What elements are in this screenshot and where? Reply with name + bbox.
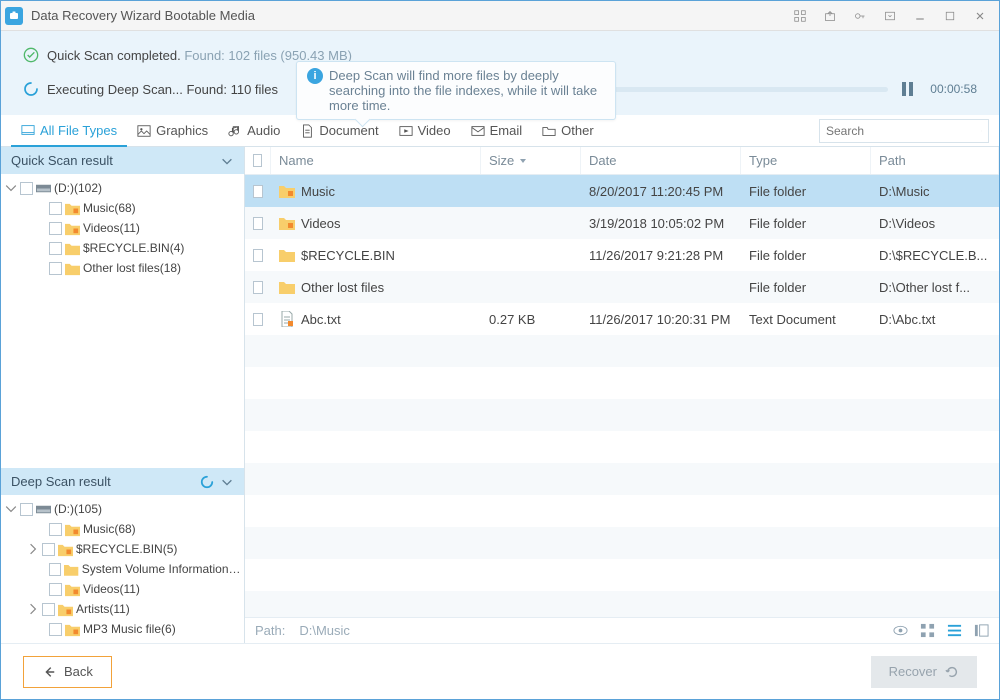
info-icon: i — [307, 68, 323, 84]
tree-music[interactable]: Music(68) — [3, 198, 242, 218]
tool-dropdown-icon[interactable] — [875, 2, 905, 30]
close-button[interactable] — [965, 2, 995, 30]
col-type[interactable]: Type — [741, 147, 871, 174]
elapsed-time: 00:00:58 — [930, 82, 977, 96]
deepscan-tree: (D:)(105) Music(68) $RECYCLE.BIN(5) Syst… — [1, 495, 244, 643]
tool-grid-icon[interactable] — [785, 2, 815, 30]
col-name[interactable]: Name — [271, 147, 481, 174]
tree-drive-d-deep[interactable]: (D:)(105) — [3, 499, 242, 519]
footer: Back Recover — [1, 643, 999, 699]
quickscan-tree: (D:)(102) Music(68) Videos(11) $RECYCLE.… — [1, 174, 244, 282]
file-row[interactable]: Videos3/19/2018 10:05:02 PMFile folderD:… — [245, 207, 999, 239]
path-value: D:\Music — [299, 623, 350, 638]
tree-d-videos[interactable]: Videos(11) — [3, 579, 242, 599]
checkmark-icon — [23, 47, 39, 63]
back-button[interactable]: Back — [23, 656, 112, 688]
file-row[interactable]: Music8/20/2017 11:20:45 PMFile folderD:\… — [245, 175, 999, 207]
deepscan-status: Executing Deep Scan... Found: 110 files — [47, 82, 278, 97]
tooltip-text: Deep Scan will find more files by deeply… — [329, 68, 605, 113]
file-rows: Music8/20/2017 11:20:45 PMFile folderD:\… — [245, 175, 999, 617]
tree-recycle[interactable]: $RECYCLE.BIN(4) — [3, 238, 242, 258]
tree-drive-d[interactable]: (D:)(102) — [3, 178, 242, 198]
titlebar: Data Recovery Wizard Bootable Media — [1, 1, 999, 31]
recover-button[interactable]: Recover — [871, 656, 977, 688]
arrow-left-icon — [42, 665, 56, 679]
maximize-button[interactable] — [935, 2, 965, 30]
search-input[interactable] — [826, 124, 981, 138]
minimize-button[interactable] — [905, 2, 935, 30]
tree-d-recycle[interactable]: $RECYCLE.BIN(5) — [3, 539, 242, 559]
app-logo — [5, 7, 23, 25]
tree-videos[interactable]: Videos(11) — [3, 218, 242, 238]
deepscan-section-head[interactable]: Deep Scan result — [1, 468, 244, 495]
col-path[interactable]: Path — [871, 147, 999, 174]
tab-all-file-types[interactable]: All File Types — [11, 116, 127, 147]
tool-key-icon[interactable] — [845, 2, 875, 30]
left-pane: Quick Scan result (D:)(102) Music(68) Vi… — [1, 147, 245, 643]
path-bar: Path: D:\Music — [245, 617, 999, 643]
tree-d-artists[interactable]: Artists(11) — [3, 599, 242, 619]
chevron-down-icon — [220, 154, 234, 168]
path-label: Path: — [255, 623, 285, 638]
tree-d-mp3[interactable]: MP3 Music file(6) — [3, 619, 242, 639]
tree-d-music[interactable]: Music(68) — [3, 519, 242, 539]
file-row[interactable]: Abc.txt0.27 KB11/26/2017 10:20:31 PMText… — [245, 303, 999, 335]
window-title: Data Recovery Wizard Bootable Media — [31, 8, 785, 23]
deepscan-tooltip: i Deep Scan will find more files by deep… — [296, 61, 616, 120]
col-date[interactable]: Date — [581, 147, 741, 174]
right-pane: Name Size Date Type Path Music8/20/2017 … — [245, 147, 999, 643]
tool-export-icon[interactable] — [815, 2, 845, 30]
file-row[interactable]: $RECYCLE.BIN11/26/2017 9:21:28 PMFile fo… — [245, 239, 999, 271]
status-area: i Deep Scan will find more files by deep… — [1, 31, 999, 115]
grid-view-icon[interactable] — [920, 623, 935, 638]
quickscan-section-head[interactable]: Quick Scan result — [1, 147, 244, 174]
search-box[interactable] — [819, 119, 989, 143]
pause-button[interactable] — [902, 82, 916, 96]
tab-graphics[interactable]: Graphics — [127, 115, 218, 146]
preview-icon[interactable] — [893, 623, 908, 638]
tree-d-sysvol[interactable]: System Volume Information(37) — [3, 559, 242, 579]
column-headers: Name Size Date Type Path — [245, 147, 999, 175]
detail-view-icon[interactable] — [974, 623, 989, 638]
spinner-icon — [23, 81, 39, 97]
main-area: Quick Scan result (D:)(102) Music(68) Vi… — [1, 147, 999, 643]
spinner-icon — [200, 475, 214, 489]
sort-desc-icon — [518, 156, 528, 166]
tab-audio[interactable]: Audio — [218, 115, 290, 146]
search-icon — [981, 124, 982, 138]
refresh-icon — [945, 665, 959, 679]
col-size[interactable]: Size — [481, 147, 581, 174]
file-row[interactable]: Other lost filesFile folderD:\Other lost… — [245, 271, 999, 303]
list-view-icon[interactable] — [947, 623, 962, 638]
chevron-down-icon — [220, 475, 234, 489]
tree-otherlost[interactable]: Other lost files(18) — [3, 258, 242, 278]
